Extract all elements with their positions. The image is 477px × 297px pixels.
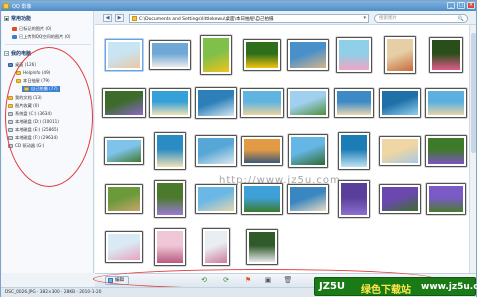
photo-thumbnail[interactable]	[288, 185, 328, 213]
photo-thumbnail[interactable]	[155, 181, 185, 217]
photo-thumbnail[interactable]	[155, 133, 185, 169]
photo-thumbnail[interactable]	[155, 229, 185, 265]
banner-brand: JZ5U	[319, 281, 346, 292]
photo-thumbnail[interactable]	[426, 89, 466, 117]
search-placeholder: 搜索图片	[379, 16, 397, 21]
upload-icon	[12, 35, 17, 39]
photo-thumbnail[interactable]	[339, 181, 369, 217]
sidebar-item-label: 已上传到QQ空间的图片 (0)	[19, 34, 71, 39]
scrollbar-thumb[interactable]	[471, 33, 476, 153]
sidebar-item-label: 已标记的图片 (0)	[19, 26, 52, 31]
section-title: 常用功能	[11, 16, 32, 22]
app-logo-icon	[3, 3, 9, 9]
photo-thumbnail[interactable]	[201, 36, 231, 74]
photo-thumbnail[interactable]	[196, 88, 236, 118]
photo-thumbnail[interactable]	[247, 230, 277, 264]
title-bar: QQ 影像 _ □ ×	[1, 1, 476, 11]
photo-thumbnail[interactable]	[103, 89, 145, 117]
minimize-button[interactable]: _	[447, 2, 455, 9]
forward-button[interactable]: ▶	[115, 14, 124, 22]
dropdown-icon[interactable]: ▾	[363, 15, 366, 21]
flag-icon	[12, 27, 17, 31]
photo-thumbnail[interactable]	[106, 40, 142, 70]
sidebar-item-marked[interactable]: 已标记的图片 (0)	[12, 26, 51, 32]
photo-thumbnail[interactable]	[106, 232, 142, 262]
photo-thumbnail[interactable]	[385, 37, 415, 73]
app-window: QQ 影像 _ □ × ▪ 常用功能 已标记的图片 (0) 已上传到QQ空间的图片…	[0, 0, 477, 297]
photo-thumbnail[interactable]	[244, 40, 280, 70]
folder-icon	[132, 16, 137, 21]
photo-thumbnail[interactable]	[241, 89, 283, 117]
photo-thumbnail[interactable]	[242, 184, 282, 214]
photo-thumbnail[interactable]	[335, 89, 373, 117]
collapse-toggle[interactable]: ▪	[4, 16, 9, 21]
photo-thumbnail[interactable]	[427, 184, 465, 214]
photo-thumbnail[interactable]	[430, 38, 462, 72]
photo-thumbnail[interactable]	[337, 38, 371, 72]
address-bar: ◀ ▶ C:\Documents and Settings\littlekewu…	[95, 11, 476, 25]
photo-thumbnail[interactable]	[289, 135, 327, 167]
maximize-button[interactable]: □	[457, 2, 465, 9]
banner-url: www.jz5u.com	[421, 282, 477, 292]
scrollbar[interactable]	[469, 25, 476, 273]
status-text: DSC_0026.JPG · 382×300 · 28KB · 2010-1-2…	[5, 290, 102, 295]
sidebar-item-uploaded[interactable]: 已上传到QQ空间的图片 (0)	[12, 34, 71, 40]
search-icon[interactable]: 🔍	[458, 16, 464, 23]
site-banner: JZ5U 绿色下载站 www.jz5u.com	[314, 277, 477, 296]
photo-thumbnail[interactable]	[426, 136, 466, 166]
photo-thumbnail[interactable]	[339, 133, 369, 169]
photo-thumbnail[interactable]	[242, 137, 282, 165]
section-common-header[interactable]: ▪ 常用功能	[4, 15, 31, 22]
desktop-icon	[8, 63, 13, 67]
photo-thumbnail[interactable]	[150, 89, 190, 117]
watermark-url: http://www.jz5u.com	[219, 175, 341, 186]
path-field[interactable]: C:\Documents and Settings\littlekewu\桌面\…	[129, 14, 369, 23]
back-button[interactable]: ◀	[103, 14, 112, 22]
photo-thumbnail[interactable]	[380, 89, 420, 117]
search-input[interactable]: 搜索图片 🔍	[374, 14, 468, 23]
photo-thumbnail[interactable]	[196, 185, 236, 213]
photo-thumbnail[interactable]	[150, 41, 190, 69]
collapse-toggle[interactable]: −	[4, 51, 9, 56]
photo-thumbnail[interactable]	[203, 229, 229, 265]
close-button[interactable]: ×	[467, 2, 475, 9]
photo-thumbnail[interactable]	[288, 89, 328, 117]
photo-thumbnail[interactable]	[196, 136, 236, 166]
photo-thumbnail[interactable]	[380, 137, 420, 165]
photo-thumbnail[interactable]	[106, 185, 142, 213]
banner-slogan: 绿色下载站	[361, 285, 411, 296]
window-title: QQ 影像	[12, 4, 32, 10]
thumbnail-gallery	[95, 25, 469, 273]
path-text: C:\Documents and Settings\littlekewu\桌面\…	[139, 17, 274, 22]
divider	[5, 44, 91, 45]
photo-thumbnail[interactable]	[105, 138, 143, 164]
highlight-oval	[5, 47, 93, 187]
photo-thumbnail[interactable]	[380, 185, 420, 213]
photo-thumbnail[interactable]	[288, 40, 328, 70]
